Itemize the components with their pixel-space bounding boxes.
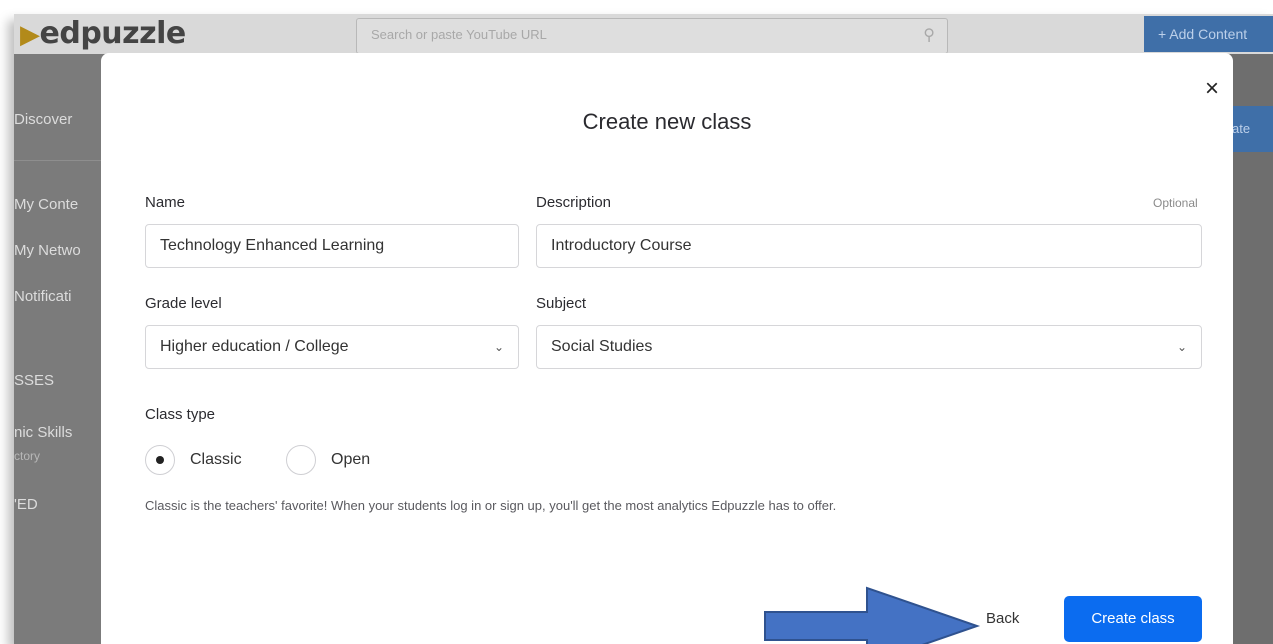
add-content-button[interactable]: + Add Content bbox=[1144, 16, 1273, 52]
optional-tag: Optional bbox=[1153, 196, 1198, 210]
chevron-down-icon: ⌄ bbox=[493, 340, 504, 354]
back-button[interactable]: Back bbox=[986, 610, 1019, 627]
search-icon: ⚲ bbox=[923, 25, 935, 44]
sidebar-item-class-subtitle: ctory bbox=[14, 449, 41, 463]
classic-radio-label[interactable]: Classic bbox=[190, 451, 242, 469]
grade-level-value: Higher education / College bbox=[160, 338, 349, 355]
radio-selected-dot bbox=[156, 456, 164, 464]
chevron-down-icon: ⌄ bbox=[1176, 340, 1187, 354]
sidebar-item-notifications[interactable]: Notificati bbox=[14, 288, 72, 305]
classic-radio[interactable] bbox=[145, 445, 175, 475]
subject-label: Subject bbox=[536, 295, 587, 312]
sidebar-item-class[interactable]: nic Skills bbox=[14, 424, 72, 441]
grade-level-label: Grade level bbox=[145, 295, 222, 312]
description-field[interactable]: Introductory Course bbox=[536, 224, 1202, 268]
name-label: Name bbox=[145, 194, 186, 211]
search-input[interactable]: Search or paste YouTube URL ⚲ bbox=[356, 18, 948, 54]
create-class-modal: × Create new class Name Technology Enhan… bbox=[101, 53, 1233, 644]
class-type-label: Class type bbox=[145, 406, 216, 423]
screenshot-area: ▶edpuzzle Search or paste YouTube URL ⚲ … bbox=[14, 14, 1273, 644]
sidebar-item-my-content[interactable]: My Conte bbox=[14, 196, 78, 213]
description-label: Description bbox=[536, 194, 612, 211]
close-icon[interactable]: × bbox=[1205, 77, 1219, 101]
class-type-help-text: Classic is the teachers' favorite! When … bbox=[145, 498, 837, 513]
modal-title: Create new class bbox=[582, 109, 752, 134]
sidebar-item-my-network[interactable]: My Netwo bbox=[14, 242, 81, 259]
sidebar-item-discover[interactable]: Discover bbox=[14, 111, 72, 128]
logo-mark-icon: ▶ bbox=[20, 20, 40, 50]
top-bar: ▶edpuzzle Search or paste YouTube URL ⚲ … bbox=[14, 14, 1273, 54]
open-radio[interactable] bbox=[286, 445, 316, 475]
grade-level-select[interactable]: Higher education / College ⌄ bbox=[145, 325, 519, 369]
create-class-button[interactable]: Create class bbox=[1064, 596, 1202, 642]
subject-value: Social Studies bbox=[551, 338, 653, 355]
sidebar-divider bbox=[14, 160, 114, 161]
edpuzzle-logo: ▶edpuzzle bbox=[20, 16, 186, 51]
background-create-button: ate bbox=[1232, 106, 1273, 152]
sidebar: Discover My Conte My Netwo Notificati SS… bbox=[14, 54, 114, 644]
annotation-arrow-icon bbox=[764, 586, 981, 644]
open-radio-label[interactable]: Open bbox=[331, 451, 370, 469]
sidebar-heading-archived: 'ED bbox=[14, 496, 38, 513]
subject-select[interactable]: Social Studies ⌄ bbox=[536, 325, 1202, 369]
search-placeholder: Search or paste YouTube URL bbox=[371, 27, 547, 42]
sidebar-heading-classes: SSES bbox=[14, 372, 55, 389]
name-field[interactable]: Technology Enhanced Learning bbox=[145, 224, 519, 268]
